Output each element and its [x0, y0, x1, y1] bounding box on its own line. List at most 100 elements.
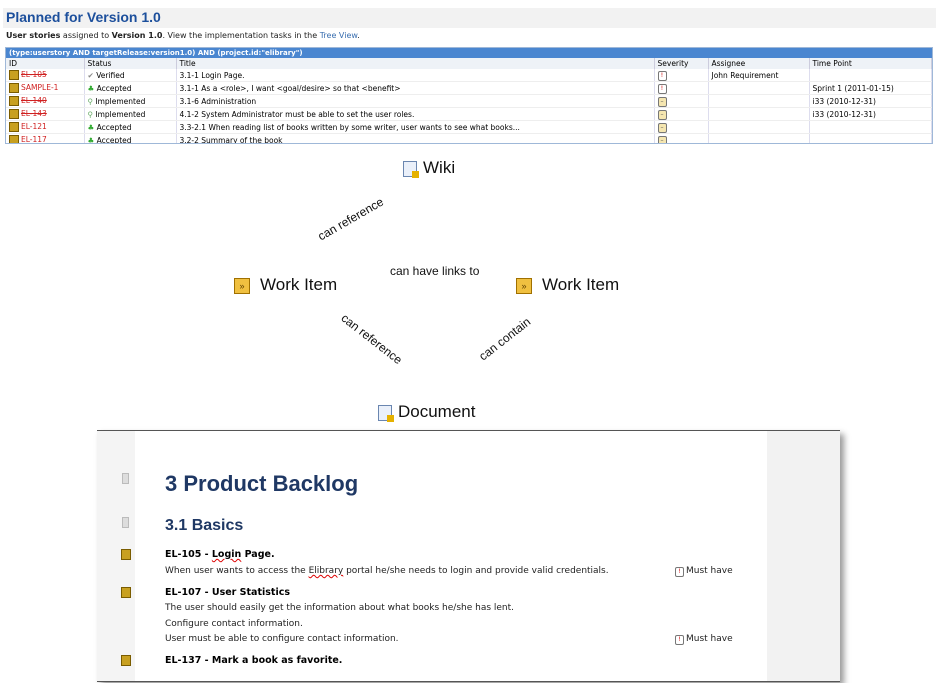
work-item-icon: [9, 109, 19, 119]
entry-word: Page.: [241, 549, 275, 560]
severity-icon: –: [657, 96, 667, 107]
work-item-label: Work Item: [542, 275, 620, 294]
sub-bold: User stories: [6, 31, 61, 40]
document-preview: 3 Product Backlog 3.1 Basics EL-105 - Lo…: [97, 430, 840, 682]
wiki-page-icon: [403, 160, 419, 178]
status-icon: ✔: [87, 70, 94, 80]
item-id-link[interactable]: SAMPLE-1: [21, 83, 58, 92]
col-assignee[interactable]: Assignee: [708, 58, 810, 69]
cell-time-point: [809, 120, 932, 134]
cell-assignee: [708, 120, 810, 134]
cell-assignee: John Requirement: [708, 69, 810, 82]
work-item-icon: [9, 96, 19, 106]
text: Elibrary: [308, 566, 344, 576]
cell-title[interactable]: 3.1-6 Administration: [176, 94, 655, 108]
relation-links: can have links to: [390, 264, 480, 278]
table-row[interactable]: EL-117 ♣ Accepted 3.2-2 Summary of the b…: [6, 133, 932, 144]
severity-icon: –: [657, 122, 667, 133]
work-item-icon: »: [234, 277, 250, 294]
table-header: ID Status Title Severity Assignee Time P…: [6, 58, 932, 69]
table-row[interactable]: EL-121 ♣ Accepted 3.3-2.1 When reading l…: [6, 120, 932, 134]
work-item-icon: [9, 83, 19, 93]
cell-id[interactable]: EL-105: [6, 69, 85, 82]
cell-title[interactable]: 4.1-2 System Administrator must be able …: [176, 107, 655, 121]
cell-status: ♣ Accepted: [84, 133, 177, 144]
cell-status: ♣ Accepted: [84, 120, 177, 134]
cell-severity: !: [654, 81, 709, 95]
cell-id[interactable]: EL-143: [6, 107, 85, 121]
cell-title[interactable]: 3.3-2.1 When reading list of books writt…: [176, 120, 655, 134]
item-id-link[interactable]: EL-143: [21, 109, 47, 118]
relation-contain: can contain: [476, 314, 534, 364]
bookmark-icon: [122, 473, 129, 484]
entry-text: Configure contact information.: [165, 619, 303, 629]
col-time-point[interactable]: Time Point: [809, 58, 932, 69]
right-margin: [767, 431, 840, 681]
col-id[interactable]: ID: [6, 58, 85, 69]
work-items-table: (type:userstory AND targetRelease:versio…: [5, 47, 933, 144]
work-item-marker-icon: [121, 655, 131, 666]
text: When user wants to access the: [165, 566, 309, 576]
table-row[interactable]: SAMPLE-1 ♣ Accepted 3.1-1 As a <role>, I…: [6, 81, 932, 95]
work-item-node-left: » Work Item: [234, 275, 337, 295]
item-id-link[interactable]: EL-117: [21, 135, 47, 143]
col-severity[interactable]: Severity: [654, 58, 709, 69]
cell-severity: –: [654, 133, 709, 143]
cell-time-point: Sprint 1 (2011-01-15): [809, 81, 932, 95]
priority-badge: ! Must have: [675, 566, 733, 577]
relation-wiki-reference: can reference: [315, 194, 386, 244]
status-icon: ♣: [87, 83, 95, 93]
bookmark-icon: [122, 517, 129, 528]
cell-severity: –: [654, 94, 709, 108]
cell-severity: !: [654, 69, 709, 82]
cell-id[interactable]: EL-140: [6, 94, 85, 108]
priority-icon: !: [675, 567, 684, 577]
cell-assignee: [708, 81, 810, 95]
sub-text: .: [357, 31, 360, 40]
status-icon: ♣: [87, 135, 95, 144]
item-id-link[interactable]: EL-140: [21, 96, 47, 105]
sub-text: . View the implementation tasks in the: [162, 31, 320, 40]
table-row[interactable]: EL-105 ✔ Verified 3.1-1 Login Page. ! Jo…: [6, 69, 932, 82]
cell-title[interactable]: 3.2-2 Summary of the book: [176, 133, 655, 143]
cell-status: ⚲ Implemented: [84, 94, 177, 108]
document-label: Document: [398, 402, 476, 421]
cell-title[interactable]: 3.1-1 Login Page.: [176, 69, 655, 82]
relation-doc-reference: can reference: [338, 310, 405, 368]
cell-status: ♣ Accepted: [84, 81, 177, 95]
subtitle: User stories assigned to Version 1.0. Vi…: [6, 31, 360, 40]
entry-text: User must be able to configure contact i…: [165, 634, 399, 644]
severity-icon: !: [657, 83, 667, 94]
cell-id[interactable]: EL-117: [6, 133, 85, 143]
work-item-icon: [9, 122, 19, 132]
item-id-link[interactable]: EL-105: [21, 70, 47, 79]
document-node: Document: [378, 402, 475, 422]
entry-word: Login: [211, 549, 242, 560]
status-text: Accepted: [96, 135, 132, 144]
cell-id[interactable]: SAMPLE-1: [6, 81, 85, 95]
severity-icon: –: [657, 135, 667, 143]
cell-assignee: [708, 133, 810, 143]
entry-title: EL-105 - Login Page.: [165, 549, 275, 560]
work-item-label: Work Item: [260, 275, 338, 294]
item-id-link[interactable]: EL-121: [21, 122, 47, 131]
entry-text: The user should easily get the informati…: [165, 603, 515, 613]
table-row[interactable]: EL-140 ⚲ Implemented 3.1-6 Administratio…: [6, 94, 932, 108]
priority-label: Must have: [686, 566, 733, 576]
tree-view-link[interactable]: Tree View: [320, 31, 357, 40]
query-bar: (type:userstory AND targetRelease:versio…: [6, 48, 932, 58]
status-text: Implemented: [95, 109, 146, 119]
status-text: Verified: [96, 70, 125, 80]
cell-id[interactable]: EL-121: [6, 120, 85, 134]
priority-badge: ! Must have: [675, 634, 733, 645]
col-title[interactable]: Title: [176, 58, 655, 69]
cell-status: ✔ Verified: [84, 69, 177, 82]
entry-id: EL-105 -: [165, 549, 212, 560]
cell-severity: –: [654, 107, 709, 121]
col-status[interactable]: Status: [84, 58, 177, 69]
cell-time-point: i33 (2010-12-31): [809, 107, 932, 121]
priority-label: Must have: [686, 634, 733, 644]
table-row[interactable]: EL-143 ⚲ Implemented 4.1-2 System Admini…: [6, 107, 932, 121]
cell-title[interactable]: 3.1-1 As a <role>, I want <goal/desire> …: [176, 81, 655, 95]
work-item-icon: »: [516, 277, 532, 294]
